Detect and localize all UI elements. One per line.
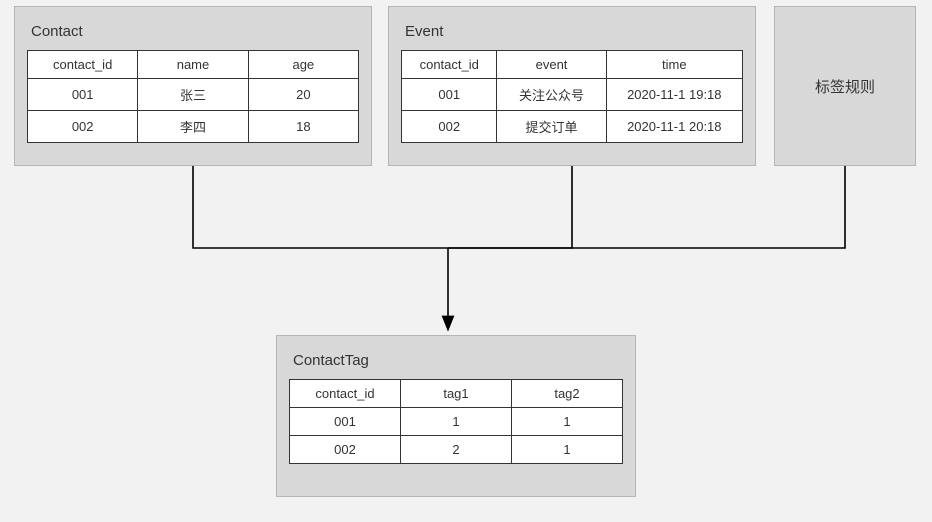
table-row: 002 提交订单 2020-11-1 20:18: [402, 111, 743, 143]
event-title: Event: [405, 23, 743, 40]
event-table: contact_id event time 001 关注公众号 2020-11-…: [401, 50, 743, 143]
contact-tag-title: ContactTag: [293, 352, 623, 369]
contact-th-age: age: [248, 51, 358, 79]
rules-label: 标签规则: [815, 76, 875, 97]
contact-tag-panel: ContactTag contact_id tag1 tag2 001 1 1 …: [276, 335, 636, 497]
event-panel: Event contact_id event time 001 关注公众号 20…: [388, 6, 756, 166]
ct-th-tag1: tag1: [401, 380, 512, 408]
arrow-event: [448, 166, 572, 248]
contact-table: contact_id name age 001 张三 20 002 李四 18: [27, 50, 359, 143]
diagram-canvas: Contact contact_id name age 001 张三 20 00…: [0, 0, 932, 522]
contact-title: Contact: [31, 23, 359, 40]
event-th-event: event: [497, 51, 606, 79]
table-row: 002 李四 18: [28, 111, 359, 143]
table-row: 001 张三 20: [28, 79, 359, 111]
contact-panel: Contact contact_id name age 001 张三 20 00…: [14, 6, 372, 166]
ct-th-tag2: tag2: [512, 380, 623, 408]
arrow-rules: [448, 166, 845, 248]
table-row: 002 2 1: [290, 436, 623, 464]
table-row: 001 关注公众号 2020-11-1 19:18: [402, 79, 743, 111]
contact-th-name: name: [138, 51, 248, 79]
arrow-contact: [193, 166, 448, 248]
table-row: 001 1 1: [290, 408, 623, 436]
event-th-time: time: [606, 51, 742, 79]
contact-th-id: contact_id: [28, 51, 138, 79]
rules-panel: 标签规则: [774, 6, 916, 166]
ct-th-id: contact_id: [290, 380, 401, 408]
event-th-id: contact_id: [402, 51, 497, 79]
contact-tag-table: contact_id tag1 tag2 001 1 1 002 2 1: [289, 379, 623, 464]
